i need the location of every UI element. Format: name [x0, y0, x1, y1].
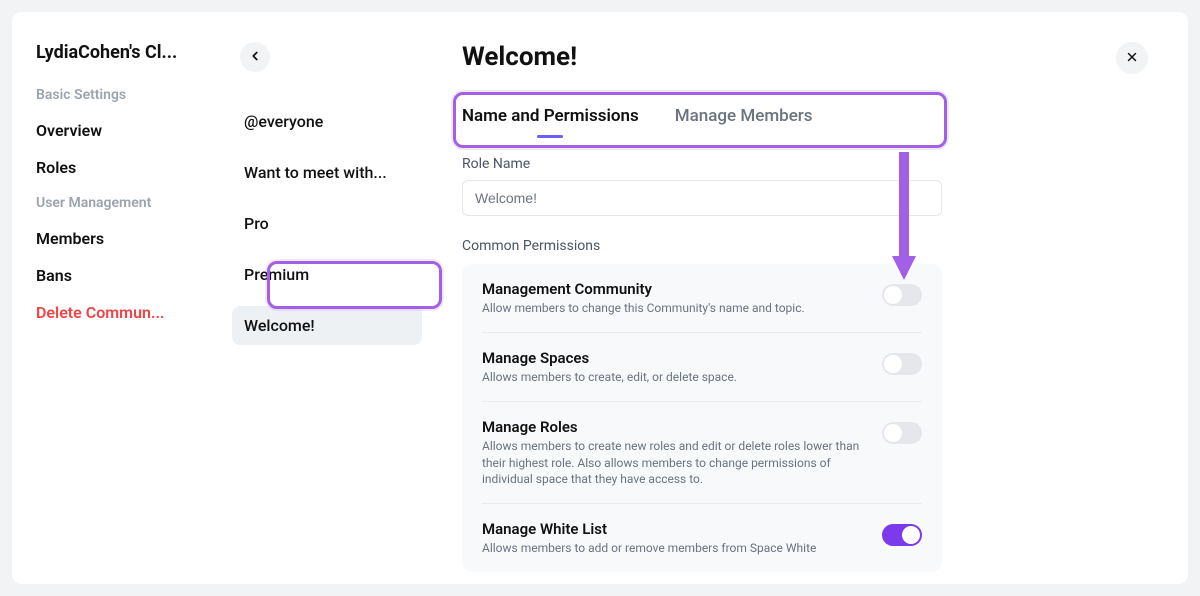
sidebar: LydiaCohen's Cl... Basic Settings Overvi…: [12, 12, 232, 584]
perm-title: Management Community: [482, 280, 864, 298]
perm-toggle-manage-roles[interactable]: [882, 422, 922, 444]
sidebar-section-basic: Basic Settings: [36, 87, 232, 103]
role-item-want-to-meet[interactable]: Want to meet with...: [232, 153, 422, 192]
community-title: LydiaCohen's Cl...: [36, 42, 216, 63]
chevron-left-icon: [248, 48, 262, 67]
sidebar-item-delete-community[interactable]: Delete Commun...: [36, 303, 206, 322]
sidebar-item-bans[interactable]: Bans: [36, 266, 232, 285]
sidebar-section-usermgmt: User Management: [36, 195, 232, 211]
perm-desc: Allows members to create new roles and e…: [482, 438, 864, 487]
main-panel: Welcome! Name and Permissions Manage Mem…: [442, 12, 1188, 584]
perm-desc: Allow members to change this Community's…: [482, 300, 864, 316]
role-name-input[interactable]: [462, 180, 942, 216]
roles-column: @everyone Want to meet with... Pro Premi…: [232, 12, 442, 584]
tab-name-permissions[interactable]: Name and Permissions: [462, 106, 639, 126]
perm-toggle-manage-spaces[interactable]: [882, 353, 922, 375]
perm-row-manage-white-list: Manage White List Allows members to add …: [482, 504, 922, 572]
tabs-row: Name and Permissions Manage Members: [462, 92, 1148, 140]
role-item-pro[interactable]: Pro: [232, 204, 422, 243]
role-item-premium[interactable]: Premium: [232, 255, 422, 294]
back-button[interactable]: [240, 42, 270, 72]
perm-row-management-community: Management Community Allow members to ch…: [482, 264, 922, 333]
close-icon: [1125, 49, 1139, 68]
permissions-panel: Management Community Allow members to ch…: [462, 264, 942, 572]
perm-row-manage-roles: Manage Roles Allows members to create ne…: [482, 402, 922, 504]
close-button[interactable]: [1116, 42, 1148, 74]
role-name-label: Role Name: [462, 156, 1148, 172]
tab-manage-members[interactable]: Manage Members: [675, 106, 813, 126]
perm-row-manage-spaces: Manage Spaces Allows members to create, …: [482, 333, 922, 402]
perm-desc: Allows members to create, edit, or delet…: [482, 369, 864, 385]
page-title: Welcome!: [462, 42, 1148, 72]
perm-title: Manage White List: [482, 520, 864, 538]
sidebar-item-members[interactable]: Members: [36, 229, 232, 248]
role-item-everyone[interactable]: @everyone: [232, 102, 422, 141]
perm-toggle-manage-white-list[interactable]: [882, 524, 922, 546]
common-permissions-label: Common Permissions: [462, 238, 1148, 254]
perm-title: Manage Spaces: [482, 349, 864, 367]
sidebar-item-roles[interactable]: Roles: [36, 158, 232, 177]
role-item-welcome[interactable]: Welcome!: [232, 306, 422, 345]
perm-desc: Allows members to add or remove members …: [482, 540, 864, 556]
sidebar-item-overview[interactable]: Overview: [36, 121, 232, 140]
perm-toggle-management-community[interactable]: [882, 284, 922, 306]
perm-title: Manage Roles: [482, 418, 864, 436]
